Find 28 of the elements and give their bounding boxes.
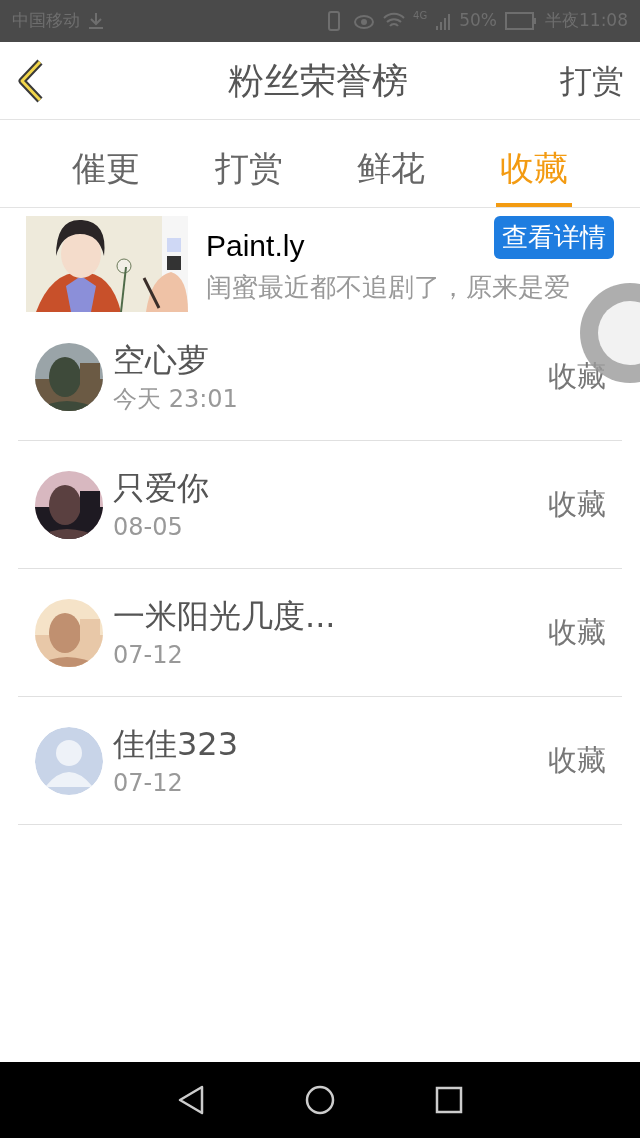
fan-name: 空心萝 (113, 339, 210, 381)
action-label: 收藏 (548, 357, 606, 395)
tab[interactable]: 打赏 (210, 120, 287, 207)
fan-name: 佳佳323 (113, 723, 240, 765)
eye-icon (353, 13, 376, 29)
ad-title: Paint.ly (206, 228, 305, 264)
download-icon (88, 12, 104, 30)
fan-time: 07-12 (113, 767, 184, 799)
tab[interactable]: 鲜花 (353, 120, 430, 207)
fan-name: 只爱你 (113, 467, 210, 509)
fan-time: 08-05 (113, 511, 184, 543)
action-label: 收藏 (548, 485, 606, 523)
back-icon[interactable] (177, 1085, 205, 1115)
ad-description: 闺蜜最近都不追剧了，原来是爱 (206, 271, 571, 304)
page-title: 粉丝荣誉榜 (227, 58, 408, 103)
details-button[interactable]: 查看详情 (494, 216, 614, 259)
action-label: 收藏 (548, 741, 606, 779)
recents-icon[interactable] (435, 1086, 463, 1114)
default-avatar-icon (35, 726, 103, 795)
home-icon[interactable] (305, 1085, 335, 1115)
action-label: 收藏 (548, 613, 606, 651)
battery-icon (505, 12, 537, 30)
reward-button[interactable]: 打赏 (560, 56, 624, 105)
signal-icon (435, 12, 452, 30)
fan-time: 今天 23:01 (113, 383, 239, 415)
tab[interactable]: 催更 (68, 120, 145, 207)
fan-time: 07-12 (113, 639, 184, 671)
fan-name: 一米阳光几度... (113, 595, 337, 637)
